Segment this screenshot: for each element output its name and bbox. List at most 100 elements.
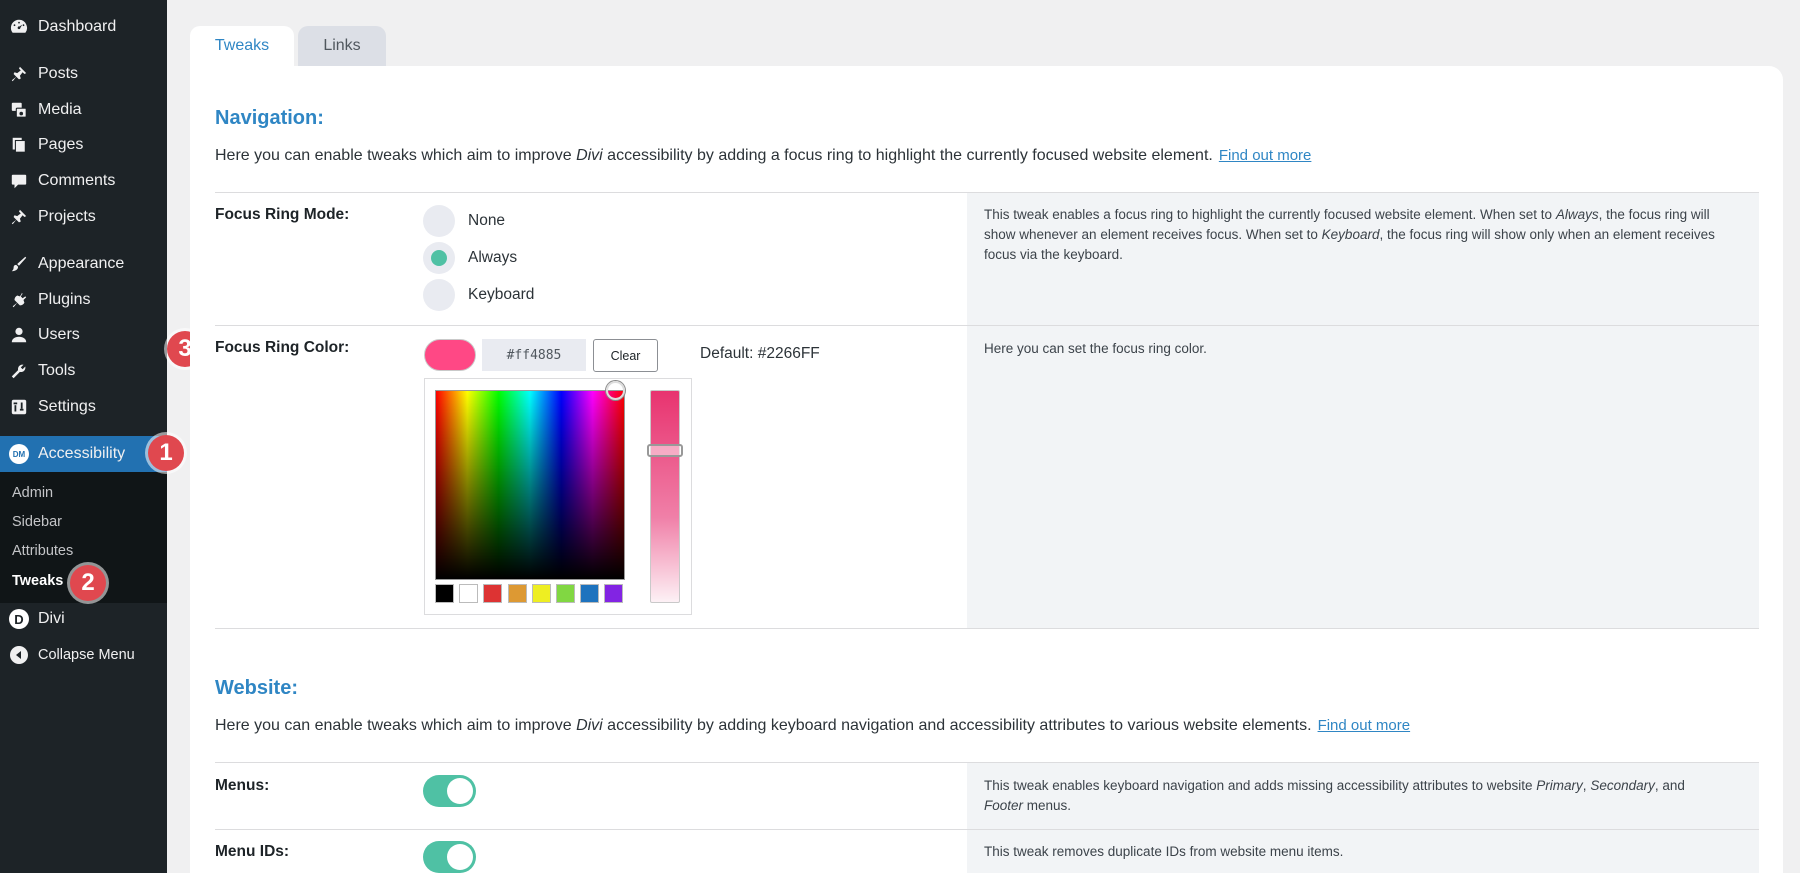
navigation-heading: Navigation: [215,107,324,129]
collapse-icon [9,645,29,665]
focus-ring-color-description: Here you can set the focus ring color. [984,341,1207,356]
sidebar-item-tools[interactable]: Tools [0,353,167,389]
submenu-item-attributes[interactable]: Attributes [12,543,73,559]
sidebar-item-plugins[interactable]: Plugins [0,282,167,318]
sidebar-item-label: Dashboard [38,18,117,35]
desc-text: menus. [1023,798,1072,813]
menu-ids-toggle[interactable] [423,841,476,873]
website-heading: Website: [215,677,298,699]
desc-text: This tweak enables keyboard navigation a… [984,778,1537,793]
menus-description: This tweak enables keyboard navigation a… [984,776,1724,816]
hex-color-input[interactable] [482,339,586,371]
saturation-handle[interactable] [606,381,625,400]
radio-keyboard[interactable] [423,279,455,311]
find-out-more-link[interactable]: Find out more [1219,147,1312,164]
navigation-description: Here you can enable tweaks which aim to … [215,147,1311,165]
dashboard-icon [9,17,29,37]
pages-icon [9,135,29,155]
sidebar-item-posts[interactable]: Posts [0,56,167,92]
sidebar-item-label: Accessibility [38,445,126,462]
annotation-badge-2: 2 [70,565,106,601]
sidebar-item-label: Appearance [38,255,125,272]
default-color-text: Default: #2266FF [700,345,820,362]
sidebar-item-label: Projects [38,208,96,225]
tab-tweaks[interactable]: Tweaks [190,26,294,66]
desc-text: , and [1654,778,1685,793]
palette-swatch[interactable] [435,584,454,603]
desc-text: Here you can enable tweaks which aim to … [215,147,577,164]
sidebar-item-appearance[interactable]: Appearance [0,246,167,282]
comment-icon [9,171,29,191]
sidebar-item-settings[interactable]: Settings [0,389,167,425]
sidebar-item-comments[interactable]: Comments [0,163,167,199]
focus-ring-mode-label: Focus Ring Mode: [215,206,350,223]
sidebar-item-label: Pages [38,136,84,153]
desc-emphasis: Always [1555,207,1599,222]
sidebar-item-label: Media [38,101,82,118]
sidebar-item-label: Comments [38,172,116,189]
palette-swatch[interactable] [604,584,624,603]
palette-swatch[interactable] [507,584,527,603]
submenu-item-sidebar[interactable]: Sidebar [12,514,62,530]
radio-always[interactable] [423,242,455,274]
menus-toggle[interactable] [423,775,476,807]
submenu-item-admin[interactable]: Admin [12,485,53,501]
pin-icon [9,64,29,84]
desc-emphasis: Footer [984,798,1024,813]
sidebar-item-label: Plugins [38,291,91,308]
sidebar-item-divi[interactable]: D Divi [0,601,167,637]
desc-emphasis: Keyboard [1321,227,1380,242]
sidebar-item-label: Users [38,326,80,343]
palette-swatch[interactable] [580,584,600,603]
palette-swatch[interactable] [556,584,575,603]
sidebar-item-projects[interactable]: Projects [0,199,167,235]
settings-icon [9,397,29,417]
paintbrush-icon [9,254,29,274]
menu-ids-label: Menu IDs: [215,843,290,860]
website-description: Here you can enable tweaks which aim to … [215,717,1410,735]
dm-logo: DM [9,444,29,464]
sidebar-item-label: Posts [38,65,79,82]
hue-slider[interactable] [650,390,680,603]
palette-swatch[interactable] [459,584,479,603]
palette-swatch[interactable] [531,584,551,603]
divi-logo: D [9,609,29,629]
menus-label: Menus: [215,777,270,794]
sidebar-item-label: Settings [38,398,96,415]
radio-none-label: None [468,212,506,229]
wrench-icon [9,361,29,381]
focus-ring-color-label: Focus Ring Color: [215,339,350,356]
plugin-icon [9,290,29,310]
sidebar-item-label: Tools [38,362,76,379]
sidebar-item-dashboard[interactable]: Dashboard [0,9,167,45]
sidebar-item-label: Divi [38,610,65,627]
desc-text: This tweak enables a focus ring to highl… [984,207,1556,222]
focus-ring-color-desc-panel [967,326,1759,628]
hue-slider-handle[interactable] [647,444,683,457]
radio-keyboard-label: Keyboard [468,286,535,303]
desc-emphasis: Divi [576,147,603,164]
annotation-badge-1: 1 [148,435,184,471]
color-swatch-button[interactable] [424,339,476,371]
focus-ring-mode-description: This tweak enables a focus ring to highl… [984,205,1724,265]
menu-ids-description: This tweak removes duplicate IDs from we… [984,844,1344,859]
find-out-more-link[interactable]: Find out more [1318,717,1411,734]
desc-emphasis: Primary [1536,778,1583,793]
clear-button[interactable]: Clear [593,339,658,372]
palette-swatch[interactable] [483,584,503,603]
sidebar-item-label: Collapse Menu [38,647,135,663]
saturation-value-area[interactable] [435,390,625,580]
radio-none[interactable] [423,205,455,237]
tab-links[interactable]: Links [298,26,386,66]
media-icon [9,100,29,120]
sidebar-item-accessibility[interactable]: DM Accessibility [0,436,167,472]
submenu-item-tweaks[interactable]: Tweaks [12,573,63,589]
divi-icon: D [9,609,29,629]
sidebar-item-users[interactable]: Users [0,317,167,353]
sidebar-item-media[interactable]: Media [0,92,167,128]
admin-sidebar: Dashboard Posts Media Pages Comments Pro… [0,0,167,873]
sidebar-item-pages[interactable]: Pages [0,127,167,163]
desc-text: accessibility by adding keyboard navigat… [602,717,1312,734]
user-icon [9,325,29,345]
collapse-menu-button[interactable]: Collapse Menu [0,637,167,673]
